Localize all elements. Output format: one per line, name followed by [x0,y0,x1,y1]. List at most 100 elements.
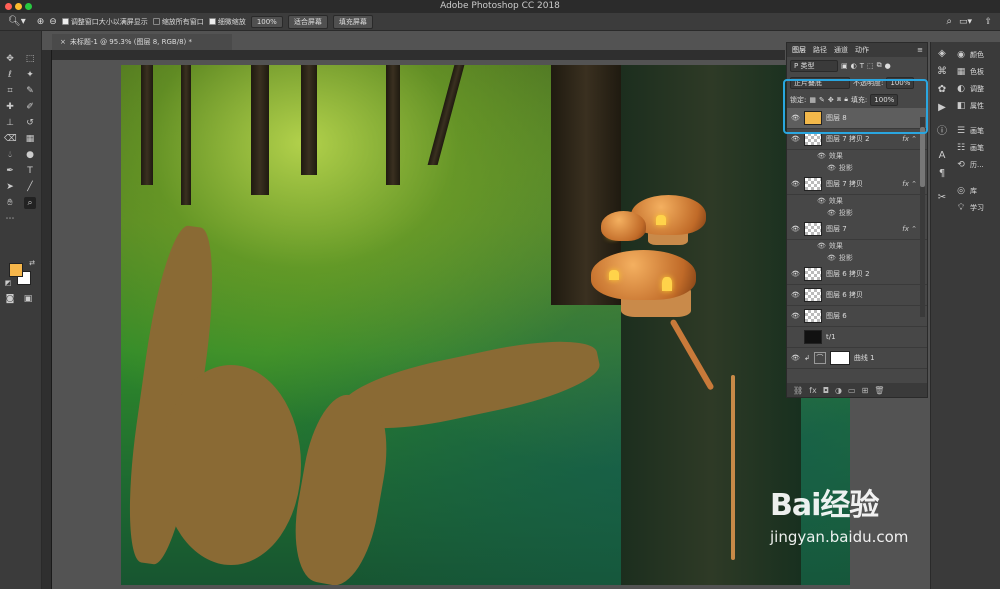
filter-toggle-icon[interactable]: ● [885,62,891,70]
delete-layer-icon[interactable]: 🗑︎ [874,386,884,395]
line-tool-icon[interactable]: ╱ [24,181,36,193]
fx-icon[interactable]: fx ⌃ [902,225,917,233]
visibility-eye-icon[interactable]: 👁︎ [791,354,800,362]
visibility-eye-icon[interactable]: 👁︎ [791,180,800,188]
brush-tool-icon[interactable]: ✐ [24,101,36,113]
path-selection-tool-icon[interactable]: ➤ [4,181,16,193]
effect-eye-icon[interactable]: 👁︎ [817,242,826,250]
new-group-icon[interactable]: ▭ [848,386,856,395]
add-style-icon[interactable]: fx [809,386,817,395]
tools-preset-dock-icon[interactable]: ✂ [936,192,948,204]
new-adjustment-icon[interactable]: ◑ [835,386,842,395]
foreground-color-swatch[interactable] [9,263,23,277]
zoom-100-button[interactable]: 100% [250,15,283,28]
lasso-tool-icon[interactable]: ℓ [4,69,16,81]
visibility-eye-icon[interactable]: 👁︎ [791,312,800,320]
right-panel-item[interactable]: ◐ 调整 [956,84,984,94]
dodge-tool-icon[interactable]: ● [24,149,36,161]
character-dock-icon[interactable]: A [936,150,948,162]
type-tool-icon[interactable]: T [24,165,36,177]
visibility-eye-icon[interactable]: 👁︎ [791,270,800,278]
layer-row[interactable]: 👁︎ 图层 6 拷贝 2 [787,264,927,285]
layer-row[interactable]: 👁︎ 图层 7 fx ⌃ [787,219,927,240]
info-dock-icon[interactable]: ⓘ [936,126,948,138]
right-panel-item[interactable]: ⟲ 历... [956,160,983,170]
scrollbar-thumb[interactable] [920,127,925,187]
resize-windows-checkbox[interactable]: 调整窗口大小以满屏显示 [61,17,148,27]
fit-screen-button[interactable]: 适合屏幕 [287,14,328,29]
scrubby-zoom-checkbox[interactable]: 细微缩放 [208,17,246,27]
hand-tool-icon[interactable]: ✋︎ [4,197,16,209]
right-panel-item[interactable]: ☷ 画笔 [956,143,984,153]
fx-icon[interactable]: fx ⌃ [902,135,917,143]
adjust-dock-icon[interactable]: ⌘ [936,66,948,78]
filter-adjustment-icon[interactable]: ◐ [851,62,857,70]
clone-stamp-tool-icon[interactable]: ⊥ [4,117,16,129]
swap-colors-icon[interactable]: ⇄ [26,257,38,269]
filter-type-icon[interactable]: T [860,62,864,70]
magic-wand-tool-icon[interactable]: ✦ [24,69,36,81]
default-colors-icon[interactable]: ◩ [2,277,14,289]
pen-tool-icon[interactable]: ✒ [4,165,16,177]
close-document-icon[interactable]: × [60,38,66,46]
layers-scrollbar[interactable] [920,117,925,317]
document-canvas[interactable] [121,65,850,585]
fill-screen-button[interactable]: 填充屏幕 [332,14,373,29]
share-icon[interactable]: ⇪ [984,17,992,27]
layer-row[interactable]: 👁︎ ↲ ⌒ 曲线 1 [787,348,927,369]
move-tool-icon[interactable]: ✥ [4,53,16,65]
effect-eye-icon[interactable]: 👁︎ [827,209,836,217]
layer-row[interactable]: 👁︎ 图层 7 拷贝 fx ⌃ [787,174,927,195]
search-icon[interactable]: ⌕ [946,16,952,27]
add-mask-icon[interactable]: ◘ [823,386,829,395]
3d-dock-icon[interactable]: ✿ [936,84,948,96]
zoom-tool-icon[interactable]: ⌕ [24,197,36,209]
effect-eye-icon[interactable]: 👁︎ [827,254,836,262]
effect-eye-icon[interactable]: 👁︎ [817,152,826,160]
link-layers-icon[interactable]: ⛓︎ [793,386,803,395]
filter-smart-icon[interactable]: ⧉ [877,61,882,70]
zoom-tool-preset-icon[interactable]: 🔍︎▾ [8,16,26,27]
tab-layers[interactable]: 图层 [792,45,806,55]
visibility-eye-icon[interactable]: 👁︎ [791,135,800,143]
tab-paths[interactable]: 路径 [813,45,827,55]
layer-row[interactable]: t/1 [787,327,927,348]
layer-row[interactable]: 👁︎ 图层 6 [787,306,927,327]
crop-tool-icon[interactable]: ⌗ [4,85,16,97]
visibility-eye-icon[interactable]: 👁︎ [791,291,800,299]
tab-channels[interactable]: 通道 [834,45,848,55]
right-panel-item[interactable]: ◉ 颜色 [956,50,984,60]
right-panel-item[interactable]: ▦ 色板 [956,67,984,77]
effect-eye-icon[interactable]: 👁︎ [827,164,836,172]
filter-kind-dropdown[interactable]: P 类型 [790,59,838,72]
right-panel-item[interactable]: 💡︎ 学习 [956,203,984,213]
play-dock-icon[interactable]: ▶ [936,102,948,114]
layers-dock-icon[interactable]: ◈ [936,48,948,60]
more-tools-icon[interactable]: ⋯ [4,213,16,225]
right-panel-item[interactable]: ◎ 库 [956,186,977,196]
history-brush-tool-icon[interactable]: ↺ [24,117,36,129]
new-layer-icon[interactable]: ⊞ [862,386,869,395]
healing-brush-tool-icon[interactable]: ✚ [4,101,16,113]
filter-shape-icon[interactable]: ⬚ [867,62,874,70]
fx-icon[interactable]: fx ⌃ [902,180,917,188]
layer-row[interactable]: 👁︎ 图层 6 拷贝 [787,285,927,306]
paragraph-dock-icon[interactable]: ¶ [936,168,948,180]
screen-mode-icon[interactable]: ▣ [22,293,34,305]
effect-eye-icon[interactable]: 👁︎ [817,197,826,205]
right-panel-item[interactable]: ◧ 属性 [956,101,984,111]
quick-mask-icon[interactable]: ◙ [4,293,16,305]
tab-actions[interactable]: 动作 [855,45,869,55]
eraser-tool-icon[interactable]: ⌫ [4,133,17,145]
marquee-tool-icon[interactable]: ⬚ [24,53,36,65]
zoom-in-icon[interactable]: ⊕ [37,17,45,27]
blur-tool-icon[interactable]: 💧︎ [4,149,16,161]
zoom-out-icon[interactable]: ⊖ [49,17,57,27]
eyedropper-tool-icon[interactable]: ✎ [24,85,36,97]
workspace-icon[interactable]: ▭▾ [959,17,972,27]
panel-menu-icon[interactable]: ≡ [917,46,923,54]
right-panel-item[interactable]: ☰ 画笔 [956,126,984,136]
document-tab[interactable]: × 未标题-1 @ 95.3% (图层 8, RGB/8) * [52,34,232,50]
zoom-all-windows-checkbox[interactable]: 缩放所有窗口 [152,17,204,27]
visibility-eye-icon[interactable]: 👁︎ [791,225,800,233]
